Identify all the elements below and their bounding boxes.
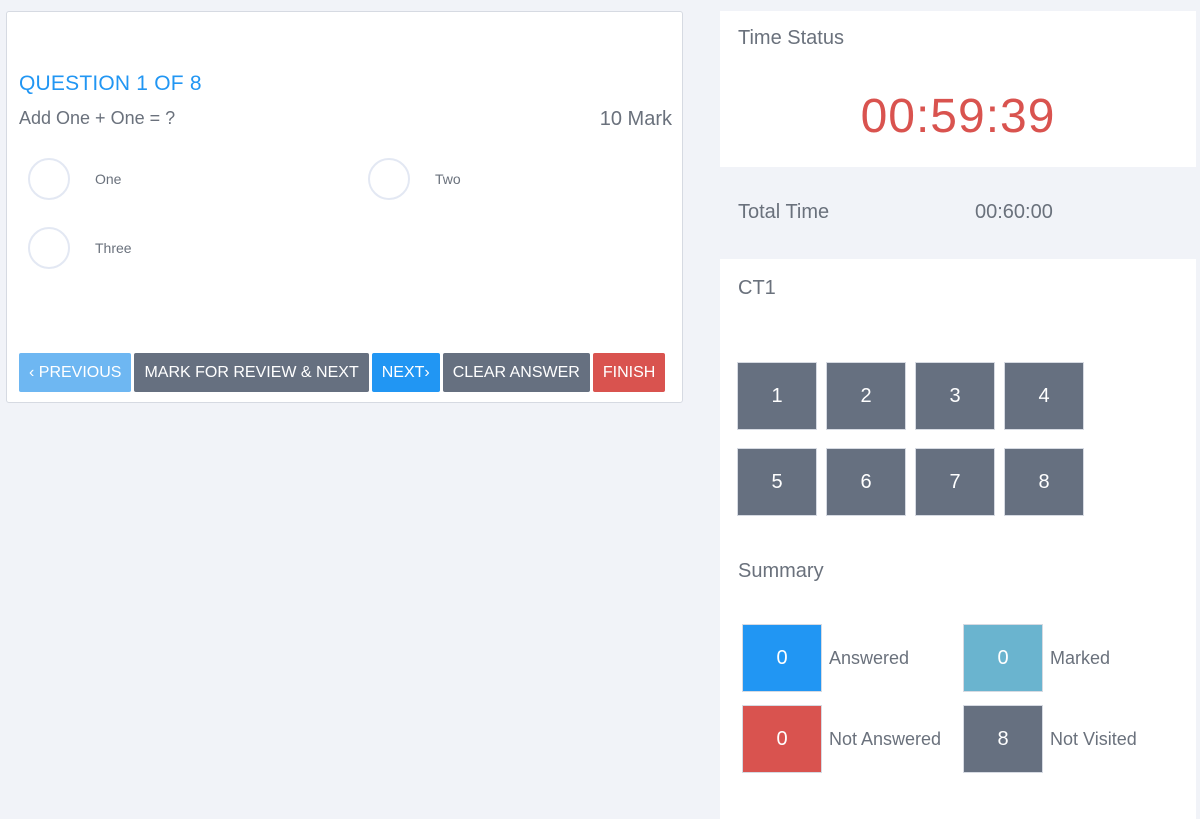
previous-button[interactable]: ‹ PREVIOUS: [19, 353, 132, 392]
option-three-radio[interactable]: [28, 227, 70, 269]
time-status-title: Time Status: [738, 27, 844, 49]
time-status-panel: Time Status 00:59:39: [720, 11, 1196, 167]
option-one-radio[interactable]: [28, 158, 70, 200]
marked-count-badge: 0: [963, 624, 1043, 692]
exam-name: CT1: [738, 277, 776, 299]
question-nav-5[interactable]: 5: [737, 448, 817, 516]
finish-button[interactable]: FINISH: [592, 353, 666, 392]
navigator-panel: CT1 1 2 3 4 5 6 7 8 Summary 0 Answered 0…: [720, 259, 1196, 819]
summary-marked: 0 Marked: [963, 624, 1110, 692]
answered-label: Answered: [829, 647, 910, 668]
question-text: Add One + One = ?: [19, 108, 176, 128]
option-one[interactable]: One: [28, 158, 121, 200]
answered-count-badge: 0: [742, 624, 822, 692]
not-answered-count-badge: 0: [742, 705, 822, 773]
question-nav-1[interactable]: 1: [737, 362, 817, 430]
question-nav-7[interactable]: 7: [915, 448, 995, 516]
summary-title: Summary: [738, 560, 824, 582]
option-two-radio[interactable]: [368, 158, 410, 200]
question-nav-4[interactable]: 4: [1004, 362, 1084, 430]
question-nav-8[interactable]: 8: [1004, 448, 1084, 516]
mark-review-next-button[interactable]: MARK FOR REVIEW & NEXT: [134, 353, 369, 392]
countdown-timer: 00:59:39: [860, 90, 1056, 143]
not-answered-label: Not Answered: [829, 728, 942, 749]
action-buttons: ‹ PREVIOUS MARK FOR REVIEW & NEXT NEXT› …: [19, 353, 666, 392]
not-visited-count-badge: 8: [963, 705, 1043, 773]
option-one-label: One: [95, 171, 122, 187]
summary-not-answered: 0 Not Answered: [742, 705, 941, 773]
marked-label: Marked: [1050, 647, 1111, 668]
summary-not-visited: 8 Not Visited: [963, 705, 1137, 773]
not-visited-label: Not Visited: [1050, 728, 1137, 749]
question-mark: 10 Mark: [599, 108, 672, 130]
question-nav-2[interactable]: 2: [826, 362, 906, 430]
option-two[interactable]: Two: [368, 158, 461, 200]
summary-answered: 0 Answered: [742, 624, 909, 692]
question-grid: 1 2 3 4 5 6 7 8: [737, 362, 1084, 516]
question-heading: QUESTION 1 OF 8: [19, 72, 202, 95]
total-time-label: Total Time: [738, 201, 830, 223]
clear-answer-button[interactable]: CLEAR ANSWER: [442, 353, 590, 392]
option-two-label: Two: [435, 171, 461, 187]
question-card: QUESTION 1 OF 8 Add One + One = ? 10 Mar…: [6, 11, 683, 403]
total-time-value: 00:60:00: [975, 201, 1053, 223]
option-three-label: Three: [95, 240, 132, 256]
question-nav-6[interactable]: 6: [826, 448, 906, 516]
question-nav-3[interactable]: 3: [915, 362, 995, 430]
next-button[interactable]: NEXT›: [371, 353, 440, 392]
option-three[interactable]: Three: [28, 227, 132, 269]
